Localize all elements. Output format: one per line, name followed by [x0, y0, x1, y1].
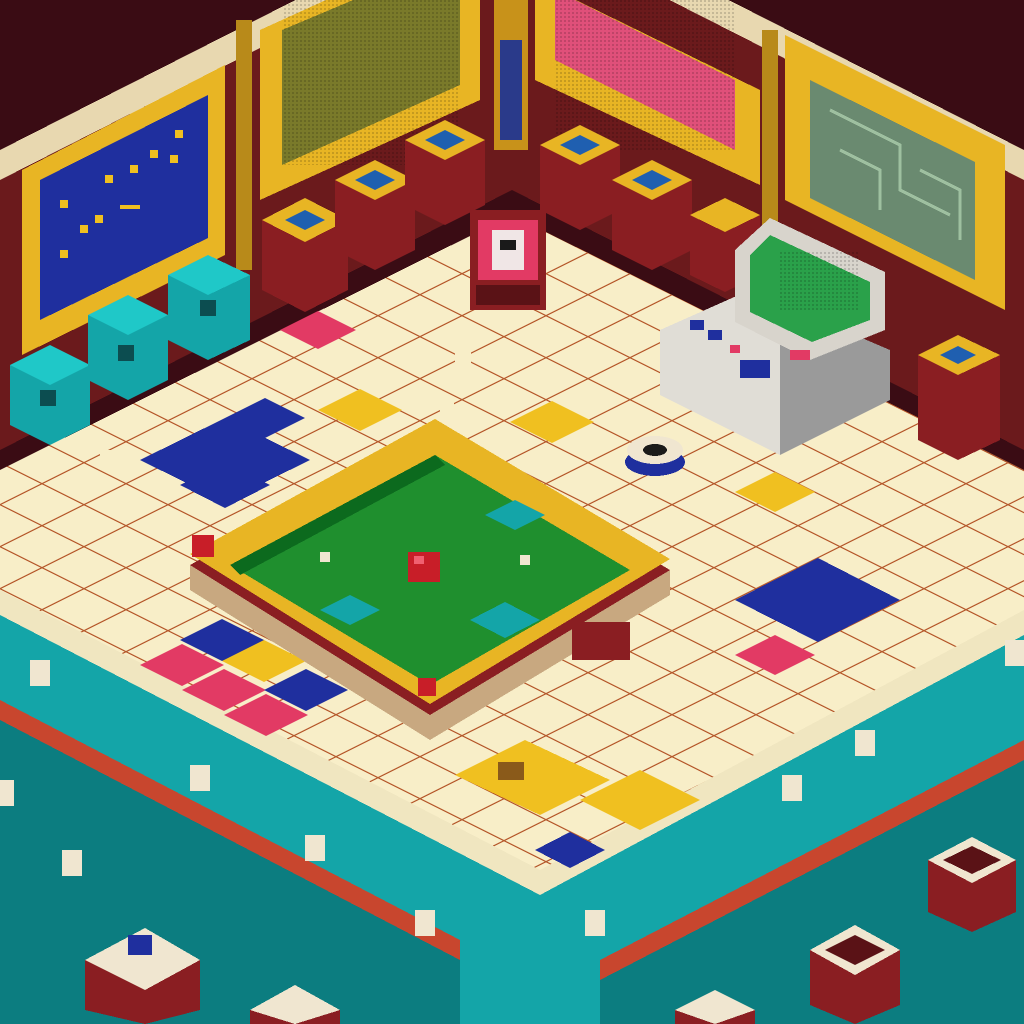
- game-scene: [0, 0, 1024, 1024]
- cabinet[interactable]: [612, 160, 692, 270]
- cabinet[interactable]: [335, 160, 415, 270]
- teal-crate[interactable]: [88, 295, 168, 400]
- floor-disc[interactable]: [625, 436, 685, 476]
- red-ball[interactable]: [408, 552, 440, 582]
- cabinet[interactable]: [918, 335, 1000, 460]
- red-robot[interactable]: [470, 210, 546, 310]
- teal-crate[interactable]: [168, 255, 250, 360]
- cabinet[interactable]: [540, 125, 620, 230]
- teal-crate[interactable]: [10, 345, 90, 445]
- cabinet[interactable]: [405, 120, 485, 225]
